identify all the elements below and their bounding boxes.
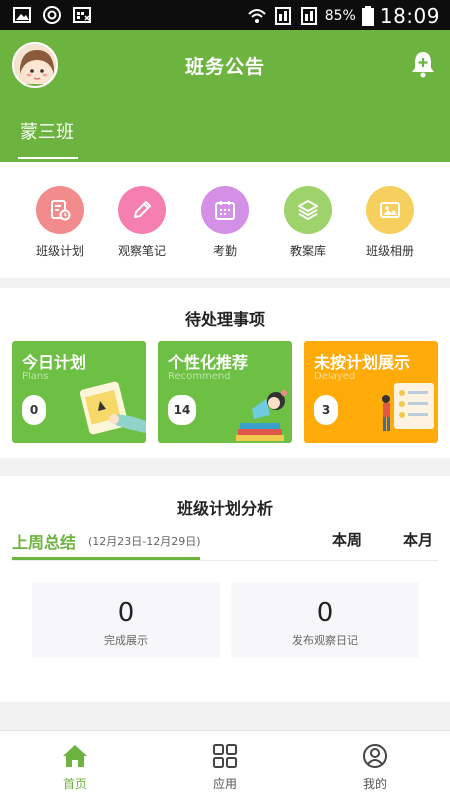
nav-home[interactable]: 首页 — [25, 743, 125, 792]
stat-value: 0 — [117, 598, 135, 628]
shortcut-label: 班级相册 — [365, 244, 414, 258]
wifi-icon — [248, 9, 266, 23]
sync-icon — [43, 6, 61, 24]
battery-icon — [361, 6, 374, 26]
shortcut-class-album[interactable]: 班级相册 — [348, 186, 432, 259]
calendar-grid-icon — [73, 7, 91, 23]
nav-label: 我的 — [362, 777, 387, 791]
card-count: 14 — [168, 395, 196, 425]
card-today-plan[interactable]: 今日计划 Plans 0 — [12, 341, 146, 443]
bell-add-icon[interactable] — [410, 50, 436, 78]
layers-icon — [284, 186, 332, 234]
nav-label: 应用 — [212, 777, 237, 791]
pencil-icon — [118, 186, 166, 234]
gallery-icon — [13, 7, 31, 23]
pending-section: 待处理事项 今日计划 Plans 0 个性化推荐 Recommend 14 未按… — [0, 288, 450, 458]
shortcut-label: 教案库 — [289, 244, 326, 258]
page-title: 班务公告 — [184, 56, 265, 78]
stat-completed-display: 0 完成展示 — [32, 582, 220, 658]
photo-icon — [366, 186, 414, 234]
plan-icon — [36, 186, 84, 234]
shortcut-class-plan[interactable]: 班级计划 — [18, 186, 102, 259]
card-count: 3 — [314, 395, 338, 425]
presentation-illustration — [382, 383, 434, 431]
tab-this-week[interactable]: 本周 — [332, 529, 362, 550]
plan-illustration — [79, 381, 146, 435]
card-subtitle: Recommend — [168, 371, 231, 382]
battery-percent: 85% — [324, 8, 356, 24]
stat-observation-diary: 0 发布观察日记 — [231, 582, 419, 658]
tab-this-month[interactable]: 本月 — [403, 529, 433, 550]
card-subtitle: Delayed — [314, 371, 356, 382]
divider — [12, 560, 438, 561]
status-bar: 85% 18:09 — [0, 0, 450, 30]
card-recommend[interactable]: 个性化推荐 Recommend 14 — [158, 341, 292, 443]
bottom-nav: 首页 应用 我的 — [0, 730, 450, 800]
sim1-icon — [274, 7, 291, 25]
profile-icon — [363, 744, 387, 768]
reading-illustration — [236, 390, 287, 441]
card-title: 今日计划 — [22, 353, 87, 372]
sim2-icon — [300, 7, 317, 25]
shortcut-label: 考勤 — [212, 244, 237, 258]
shortcut-label: 观察笔记 — [117, 244, 166, 258]
analysis-section: 班级计划分析 上周总结 (12月23日-12月29日) 本周 本月 0 完成展示… — [0, 476, 450, 702]
shortcut-observation-notes[interactable]: 观察笔记 — [100, 186, 184, 259]
clock: 18:09 — [379, 4, 440, 28]
card-title: 个性化推荐 — [168, 353, 249, 372]
tab-last-week[interactable]: 上周总结 — [12, 529, 76, 553]
nav-profile[interactable]: 我的 — [325, 743, 425, 792]
nav-label: 首页 — [62, 777, 87, 791]
stat-value: 0 — [316, 598, 334, 628]
date-range: (12月23日-12月29日) — [88, 535, 201, 548]
nav-apps[interactable]: 应用 — [175, 743, 275, 792]
stat-label: 完成展示 — [104, 634, 148, 647]
home-icon — [63, 745, 87, 767]
section-title: 待处理事项 — [184, 310, 265, 329]
apps-grid-icon — [213, 744, 237, 768]
card-subtitle: Plans — [22, 371, 49, 382]
shortcut-lesson-library[interactable]: 教案库 — [266, 186, 350, 259]
stat-label: 发布观察日记 — [292, 634, 358, 647]
card-title: 未按计划展示 — [314, 353, 411, 372]
shortcut-grid: 班级计划 观察笔记 考勤 教案库 班级相册 — [0, 162, 450, 278]
calendar-icon — [201, 186, 249, 234]
card-delayed[interactable]: 未按计划展示 Delayed 3 — [304, 341, 438, 443]
tab-class-indicator — [18, 157, 78, 159]
app-header: 班务公告 蒙三班 — [0, 30, 450, 162]
shortcut-attendance[interactable]: 考勤 — [183, 186, 267, 259]
card-count: 0 — [22, 395, 46, 425]
shortcut-label: 班级计划 — [35, 244, 84, 258]
section-title: 班级计划分析 — [176, 499, 273, 518]
tab-class[interactable]: 蒙三班 — [20, 118, 74, 144]
